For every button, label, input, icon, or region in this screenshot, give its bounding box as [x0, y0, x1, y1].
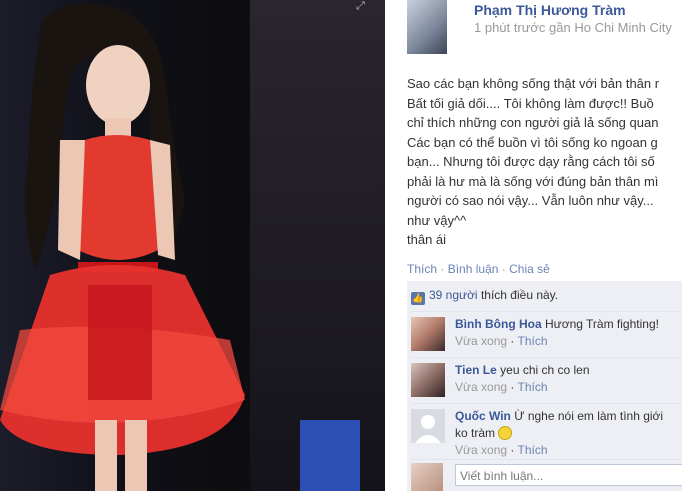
- comment-item: Quốc Win Ừ nghe nói em làm tình giới ko …: [411, 403, 682, 460]
- post-actions: Thích · Bình luận · Chia sẻ: [407, 262, 550, 276]
- comment-time[interactable]: Vừa xong: [455, 380, 507, 394]
- comment-body: Quốc Win Ừ nghe nói em làm tình giới ko …: [455, 409, 664, 457]
- like-link[interactable]: Thích: [407, 262, 437, 276]
- post-photo[interactable]: ⤢: [0, 0, 385, 491]
- post-text: Sao các bạn không sống thật với bản thân…: [407, 74, 682, 250]
- commenter-avatar[interactable]: [411, 317, 445, 351]
- comment-input[interactable]: Viết bình luận...: [455, 464, 682, 486]
- post-line: thân ái: [407, 232, 447, 247]
- likes-count-link[interactable]: 39 người: [429, 288, 478, 302]
- post-line: Bất tối giả dối.... Tôi không làm được!!…: [407, 95, 654, 111]
- comment-like-link[interactable]: Thích: [518, 334, 548, 348]
- write-comment-row: Viết bình luận...: [411, 459, 682, 491]
- post-line: người có sao nói vậy... Vẫn luôn như vậy…: [407, 193, 654, 208]
- comment-item: Bình Bông Hoa Hương Tràm fighting! Vừa x…: [411, 311, 682, 358]
- comment-body: Bình Bông Hoa Hương Tràm fighting! Vừa x…: [455, 317, 659, 348]
- comment-item: Tien Le yeu chi ch co len Vừa xong · Thí…: [411, 357, 682, 404]
- share-link[interactable]: Chia sẻ: [509, 262, 550, 276]
- comment-link[interactable]: Bình luận: [448, 262, 499, 276]
- commenter-name[interactable]: Quốc Win: [455, 409, 511, 423]
- expand-icon[interactable]: ⤢: [356, 0, 368, 12]
- post-line: Sao các bạn không sống thật với bản thân…: [407, 76, 660, 91]
- thumbs-up-icon: 👍: [411, 292, 425, 305]
- author-name[interactable]: Phạm Thị Hương Tràm: [474, 2, 626, 18]
- comment-text: Hương Tràm fighting!: [545, 317, 659, 331]
- comment-like-link[interactable]: Thích: [518, 443, 548, 457]
- comment-text: yeu chi ch co len: [500, 363, 590, 377]
- comment-time[interactable]: Vừa xong: [455, 443, 507, 457]
- smiley-icon: [498, 426, 513, 440]
- commenter-name[interactable]: Tien Le: [455, 363, 497, 377]
- comment-like-link[interactable]: Thích: [518, 380, 548, 394]
- author-avatar[interactable]: [407, 0, 447, 54]
- commenter-avatar[interactable]: [411, 363, 445, 397]
- comment-time[interactable]: Vừa xong: [455, 334, 507, 348]
- post-timestamp[interactable]: 1 phút trước gần Ho Chi Minh City: [474, 20, 672, 35]
- post-line: như vậy^^: [407, 212, 467, 228]
- likes-summary: 👍 39 người thích điều này.: [411, 288, 558, 305]
- comment-text: Ừ nghe nói em làm tình giới: [514, 409, 664, 423]
- default-avatar-icon: [415, 415, 441, 443]
- post-panel: Phạm Thị Hương Tràm 1 phút trước gần Ho …: [385, 0, 682, 491]
- viewer-avatar: [411, 463, 443, 491]
- feedback-box: 👍 39 người thích điều này. Bình Bông Hoa …: [407, 281, 682, 491]
- comment-body: Tien Le yeu chi ch co len Vừa xong · Thí…: [455, 363, 590, 394]
- action-separator: ·: [440, 262, 445, 276]
- woman-in-red-dress-figure: [0, 3, 360, 491]
- post-line: phải là hư mà là sống với đúng bản thân …: [407, 173, 659, 189]
- likes-text: thích điều này.: [480, 288, 559, 302]
- commenter-name[interactable]: Bình Bông Hoa: [455, 317, 542, 331]
- post-line: Các bạn có thể buồn vì tôi sống ko ngoan…: [407, 134, 658, 150]
- post-line: bạn... Nhưng tôi được dạy rằng cách tôi …: [407, 154, 655, 169]
- commenter-avatar[interactable]: [411, 409, 445, 443]
- comment-text-continued: ko tràm: [455, 426, 496, 440]
- post-line: chỉ thích những con người giả lả sống qu…: [407, 115, 659, 130]
- action-separator: ·: [501, 262, 506, 276]
